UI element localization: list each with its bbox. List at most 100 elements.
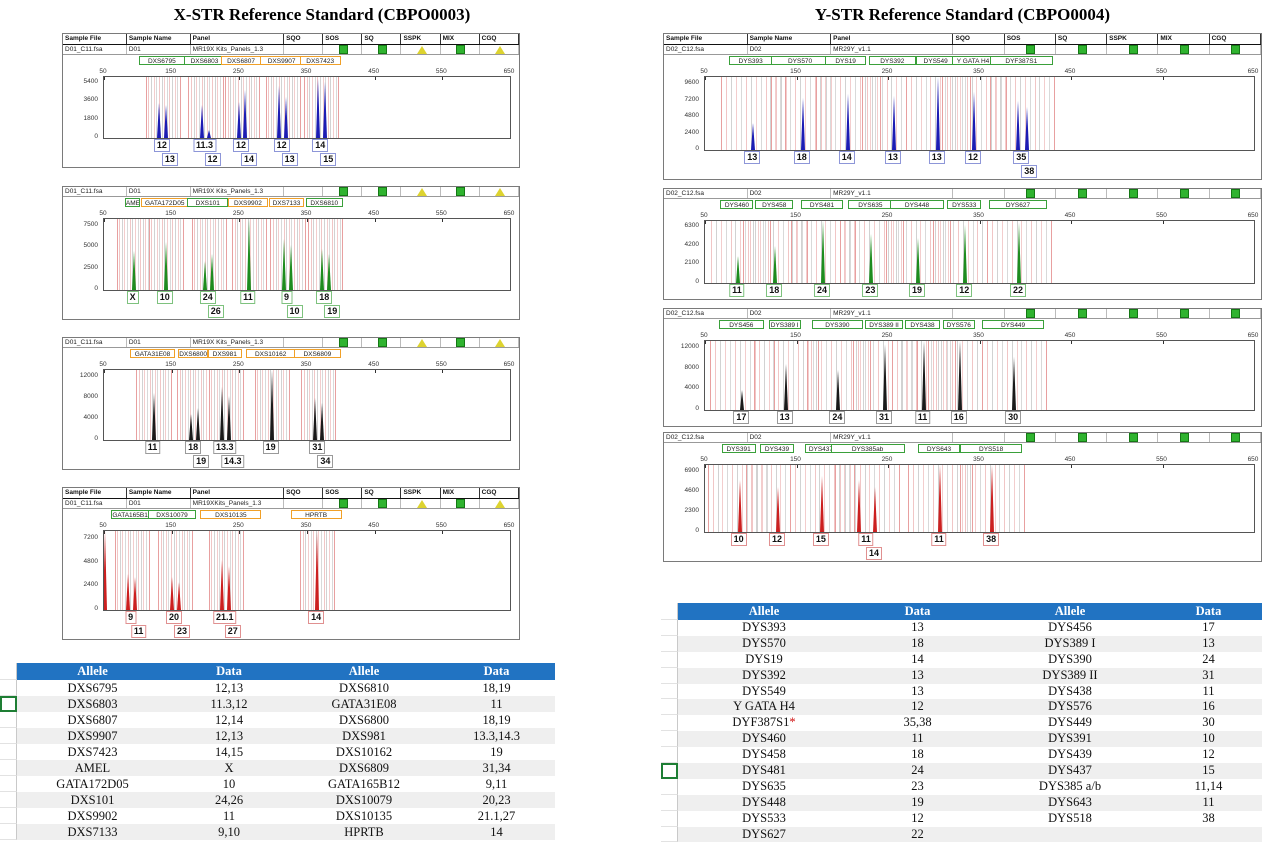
allele-cell[interactable]: DYS635 [678,779,850,795]
gutter-cell[interactable] [0,712,17,728]
data-cell[interactable]: 30 [1155,715,1262,731]
allele-cell[interactable]: DXS981 [290,728,438,744]
data-cell[interactable]: 24 [1155,652,1262,668]
electropherogram-panel[interactable]: Sample FileSample NamePanelSQOSOSSQSSPKM… [663,33,1262,180]
gutter-cell[interactable] [661,731,678,747]
allele-cell[interactable]: DXS7133 [17,824,168,840]
data-cell[interactable]: 11 [850,731,985,747]
allele-cell[interactable]: DYS393 [678,620,850,636]
data-cell[interactable]: 38 [1155,811,1262,827]
data-cell[interactable]: 31 [1155,668,1262,684]
allele-cell[interactable]: DXS10079 [290,792,438,808]
allele-cell[interactable]: DXS6803 [17,696,168,712]
allele-cell[interactable]: DXS6810 [290,680,438,696]
allele-cell[interactable]: Y GATA H4 [678,699,850,715]
gutter-cell[interactable] [661,652,678,668]
gutter-cell[interactable] [661,668,678,684]
data-cell[interactable]: 18,19 [438,712,555,728]
allele-cell[interactable]: DYS549 [678,684,850,700]
data-cell[interactable]: 11 [438,696,555,712]
allele-cell[interactable]: DXS6795 [17,680,168,696]
data-cell[interactable]: 18 [850,747,985,763]
data-cell[interactable] [1155,827,1262,843]
allele-cell[interactable]: DYS391 [985,731,1155,747]
allele-cell[interactable]: HPRTB [290,824,438,840]
gutter-cell[interactable] [0,696,17,712]
allele-cell[interactable]: DYS460 [678,731,850,747]
allele-cell[interactable]: DXS10162 [290,744,438,760]
data-cell[interactable]: 13 [850,684,985,700]
gutter-cell[interactable] [661,636,678,652]
electropherogram-panel[interactable]: D02_C12.fsaD02MR29Y_v1.1DYS391DYS439DYS4… [663,432,1262,562]
data-cell[interactable]: 9,10 [168,824,290,840]
allele-cell[interactable]: DXS7423 [17,744,168,760]
data-cell[interactable]: 12,14 [168,712,290,728]
allele-cell[interactable]: DYS449 [985,715,1155,731]
gutter-cell[interactable] [661,811,678,827]
allele-cell[interactable]: DXS6809 [290,760,438,776]
data-cell[interactable]: 12 [850,811,985,827]
gutter-cell[interactable] [661,763,678,779]
gutter-cell[interactable] [661,779,678,795]
allele-cell[interactable]: DYS448 [678,795,850,811]
data-cell[interactable]: 11,14 [1155,779,1262,795]
data-cell[interactable]: 14 [850,652,985,668]
data-cell[interactable]: 13 [850,620,985,636]
allele-cell[interactable]: DYF387S1* [678,715,850,731]
allele-cell[interactable]: DYS389 I [985,636,1155,652]
data-cell[interactable]: X [168,760,290,776]
gutter-cell[interactable] [0,824,17,840]
gutter-cell[interactable] [0,744,17,760]
gutter-cell[interactable] [0,680,17,696]
allele-cell[interactable]: DYS570 [678,636,850,652]
allele-cell[interactable] [985,827,1155,843]
data-cell[interactable]: 13.3,14.3 [438,728,555,744]
data-cell[interactable]: 24,26 [168,792,290,808]
allele-cell[interactable]: DXS6807 [17,712,168,728]
allele-cell[interactable]: DXS101 [17,792,168,808]
data-cell[interactable]: 19 [438,744,555,760]
data-cell[interactable]: 9,11 [438,776,555,792]
data-cell[interactable]: 23 [850,779,985,795]
data-cell[interactable]: 21.1,27 [438,808,555,824]
allele-cell[interactable]: DYS19 [678,652,850,668]
allele-cell[interactable]: DXS6800 [290,712,438,728]
allele-cell[interactable]: GATA172D05 [17,776,168,792]
allele-cell[interactable]: DYS458 [678,747,850,763]
allele-cell[interactable]: DXS10135 [290,808,438,824]
data-cell[interactable]: 11.3,12 [168,696,290,712]
data-cell[interactable]: 35,38 [850,715,985,731]
gutter-cell[interactable] [661,795,678,811]
allele-cell[interactable]: GATA31E08 [290,696,438,712]
data-cell[interactable]: 10 [1155,731,1262,747]
allele-cell[interactable]: GATA165B12 [290,776,438,792]
allele-cell[interactable]: DYS389 II [985,668,1155,684]
allele-cell[interactable]: DYS518 [985,811,1155,827]
allele-cell[interactable]: DYS576 [985,699,1155,715]
allele-cell[interactable]: DYS385 a/b [985,779,1155,795]
data-cell[interactable]: 12 [1155,747,1262,763]
allele-cell[interactable]: DYS627 [678,827,850,843]
data-cell[interactable]: 20,23 [438,792,555,808]
allele-cell[interactable]: DYS390 [985,652,1155,668]
electropherogram-panel[interactable]: Sample FileSample NamePanelSQOSOSSQSSPKM… [62,487,520,640]
allele-cell[interactable]: DYS533 [678,811,850,827]
data-cell[interactable]: 18 [850,636,985,652]
data-cell[interactable]: 13 [850,668,985,684]
electropherogram-panel[interactable]: Sample FileSample NamePanelSQOSOSSQSSPKM… [62,33,520,168]
gutter-cell[interactable] [0,792,17,808]
gutter-cell[interactable] [661,620,678,636]
gutter-cell[interactable] [661,747,678,763]
electropherogram-panel[interactable]: D01_C11.fsaD01MR19X Kits_Panels_1.3GATA3… [62,337,520,470]
allele-cell[interactable]: DYS437 [985,763,1155,779]
data-cell[interactable]: 14,15 [168,744,290,760]
data-cell[interactable]: 16 [1155,699,1262,715]
data-cell[interactable]: 14 [438,824,555,840]
data-cell[interactable]: 31,34 [438,760,555,776]
data-cell[interactable]: 11 [1155,795,1262,811]
allele-cell[interactable]: AMEL [17,760,168,776]
electropherogram-panel[interactable]: D02_C12.fsaD02MR29Y_v1.1DYS456DYS389 IDY… [663,308,1262,427]
data-cell[interactable]: 10 [168,776,290,792]
gutter-cell[interactable] [0,728,17,744]
data-cell[interactable]: 11 [1155,684,1262,700]
